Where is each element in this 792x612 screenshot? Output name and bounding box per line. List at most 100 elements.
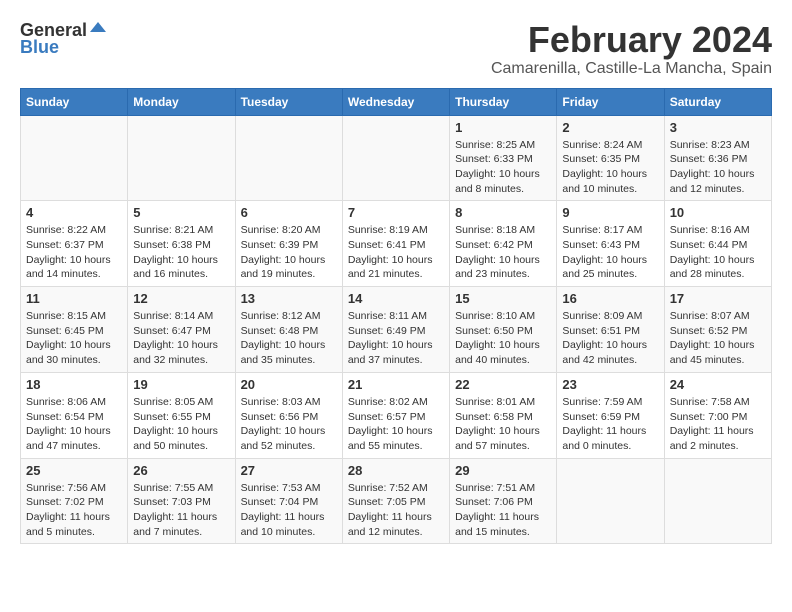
day-number: 22 [455, 377, 551, 392]
day-number: 25 [26, 463, 122, 478]
day-info: Sunrise: 8:25 AMSunset: 6:33 PMDaylight:… [455, 138, 551, 197]
day-number: 15 [455, 291, 551, 306]
column-header-monday: Monday [128, 88, 235, 115]
calendar-cell: 18 Sunrise: 8:06 AMSunset: 6:54 PMDayligh… [21, 372, 128, 458]
month-title: February 2024 [491, 20, 772, 60]
column-header-sunday: Sunday [21, 88, 128, 115]
day-number: 9 [562, 205, 658, 220]
title-section: February 2024 Camarenilla, Castille-La M… [491, 20, 772, 78]
day-info: Sunrise: 8:17 AMSunset: 6:43 PMDaylight:… [562, 223, 658, 282]
day-number: 5 [133, 205, 229, 220]
day-number: 18 [26, 377, 122, 392]
calendar-cell: 6 Sunrise: 8:20 AMSunset: 6:39 PMDaylight… [235, 201, 342, 287]
calendar-cell: 10 Sunrise: 8:16 AMSunset: 6:44 PMDayligh… [664, 201, 771, 287]
day-number: 26 [133, 463, 229, 478]
day-info: Sunrise: 7:55 AMSunset: 7:03 PMDaylight:… [133, 481, 229, 540]
day-number: 3 [670, 120, 766, 135]
day-info: Sunrise: 8:02 AMSunset: 6:57 PMDaylight:… [348, 395, 444, 454]
calendar-table: SundayMondayTuesdayWednesdayThursdayFrid… [20, 88, 772, 545]
calendar-cell: 15 Sunrise: 8:10 AMSunset: 6:50 PMDayligh… [450, 287, 557, 373]
calendar-week-row: 4 Sunrise: 8:22 AMSunset: 6:37 PMDaylight… [21, 201, 772, 287]
calendar-cell: 22 Sunrise: 8:01 AMSunset: 6:58 PMDayligh… [450, 372, 557, 458]
calendar-cell: 20Sunrise: 8:03 AMSunset: 6:56 PMDayligh… [235, 372, 342, 458]
calendar-cell: 23 Sunrise: 7:59 AMSunset: 6:59 PMDayligh… [557, 372, 664, 458]
logo-icon [88, 20, 108, 40]
calendar-cell [664, 458, 771, 544]
day-number: 10 [670, 205, 766, 220]
day-info: Sunrise: 8:07 AMSunset: 6:52 PMDaylight:… [670, 309, 766, 368]
calendar-week-row: 1 Sunrise: 8:25 AMSunset: 6:33 PMDaylight… [21, 115, 772, 201]
calendar-cell: 28Sunrise: 7:52 AMSunset: 7:05 PMDayligh… [342, 458, 449, 544]
day-info: Sunrise: 8:01 AMSunset: 6:58 PMDaylight:… [455, 395, 551, 454]
day-info: Sunrise: 7:58 AMSunset: 7:00 PMDaylight:… [670, 395, 766, 454]
day-number: 12 [133, 291, 229, 306]
day-number: 20 [241, 377, 337, 392]
day-info: Sunrise: 8:14 AMSunset: 6:47 PMDaylight:… [133, 309, 229, 368]
day-number: 16 [562, 291, 658, 306]
day-info: Sunrise: 8:20 AMSunset: 6:39 PMDaylight:… [241, 223, 337, 282]
column-header-saturday: Saturday [664, 88, 771, 115]
calendar-cell: 12 Sunrise: 8:14 AMSunset: 6:47 PMDayligh… [128, 287, 235, 373]
day-info: Sunrise: 8:18 AMSunset: 6:42 PMDaylight:… [455, 223, 551, 282]
day-number: 19 [133, 377, 229, 392]
column-header-friday: Friday [557, 88, 664, 115]
calendar-header-row: SundayMondayTuesdayWednesdayThursdayFrid… [21, 88, 772, 115]
day-number: 14 [348, 291, 444, 306]
day-number: 29 [455, 463, 551, 478]
day-number: 4 [26, 205, 122, 220]
day-info: Sunrise: 8:22 AMSunset: 6:37 PMDaylight:… [26, 223, 122, 282]
calendar-cell: 5 Sunrise: 8:21 AMSunset: 6:38 PMDaylight… [128, 201, 235, 287]
day-number: 27 [241, 463, 337, 478]
calendar-cell [21, 115, 128, 201]
day-info: Sunrise: 8:11 AMSunset: 6:49 PMDaylight:… [348, 309, 444, 368]
calendar-cell: 24 Sunrise: 7:58 AMSunset: 7:00 PMDayligh… [664, 372, 771, 458]
calendar-cell: 3 Sunrise: 8:23 AMSunset: 6:36 PMDaylight… [664, 115, 771, 201]
calendar-cell [128, 115, 235, 201]
logo-blue-text: Blue [20, 37, 59, 58]
calendar-cell: 9 Sunrise: 8:17 AMSunset: 6:43 PMDaylight… [557, 201, 664, 287]
day-number: 23 [562, 377, 658, 392]
calendar-cell: 11Sunrise: 8:15 AMSunset: 6:45 PMDayligh… [21, 287, 128, 373]
calendar-cell: 8Sunrise: 8:18 AMSunset: 6:42 PMDaylight… [450, 201, 557, 287]
calendar-cell: 1 Sunrise: 8:25 AMSunset: 6:33 PMDaylight… [450, 115, 557, 201]
day-number: 17 [670, 291, 766, 306]
day-info: Sunrise: 7:59 AMSunset: 6:59 PMDaylight:… [562, 395, 658, 454]
day-number: 6 [241, 205, 337, 220]
column-header-wednesday: Wednesday [342, 88, 449, 115]
day-info: Sunrise: 8:06 AMSunset: 6:54 PMDaylight:… [26, 395, 122, 454]
day-number: 1 [455, 120, 551, 135]
calendar-cell [235, 115, 342, 201]
calendar-week-row: 18 Sunrise: 8:06 AMSunset: 6:54 PMDayligh… [21, 372, 772, 458]
day-number: 21 [348, 377, 444, 392]
calendar-cell: 26 Sunrise: 7:55 AMSunset: 7:03 PMDayligh… [128, 458, 235, 544]
day-info: Sunrise: 8:10 AMSunset: 6:50 PMDaylight:… [455, 309, 551, 368]
day-info: Sunrise: 8:19 AMSunset: 6:41 PMDaylight:… [348, 223, 444, 282]
calendar-cell: 29 Sunrise: 7:51 AMSunset: 7:06 PMDayligh… [450, 458, 557, 544]
day-number: 13 [241, 291, 337, 306]
header: General Blue February 2024 Camarenilla, … [20, 20, 772, 78]
calendar-cell [557, 458, 664, 544]
calendar-cell: 16 Sunrise: 8:09 AMSunset: 6:51 PMDayligh… [557, 287, 664, 373]
calendar-cell: 2Sunrise: 8:24 AMSunset: 6:35 PMDaylight… [557, 115, 664, 201]
calendar-cell [342, 115, 449, 201]
day-number: 24 [670, 377, 766, 392]
column-header-tuesday: Tuesday [235, 88, 342, 115]
day-info: Sunrise: 8:05 AMSunset: 6:55 PMDaylight:… [133, 395, 229, 454]
day-info: Sunrise: 7:51 AMSunset: 7:06 PMDaylight:… [455, 481, 551, 540]
day-info: Sunrise: 8:23 AMSunset: 6:36 PMDaylight:… [670, 138, 766, 197]
day-info: Sunrise: 8:16 AMSunset: 6:44 PMDaylight:… [670, 223, 766, 282]
day-info: Sunrise: 8:09 AMSunset: 6:51 PMDaylight:… [562, 309, 658, 368]
calendar-cell: 25Sunrise: 7:56 AMSunset: 7:02 PMDayligh… [21, 458, 128, 544]
calendar-cell: 27 Sunrise: 7:53 AMSunset: 7:04 PMDayligh… [235, 458, 342, 544]
location-title: Camarenilla, Castille-La Mancha, Spain [491, 60, 772, 78]
calendar-cell: 21 Sunrise: 8:02 AMSunset: 6:57 PMDayligh… [342, 372, 449, 458]
calendar-week-row: 11Sunrise: 8:15 AMSunset: 6:45 PMDayligh… [21, 287, 772, 373]
day-info: Sunrise: 8:21 AMSunset: 6:38 PMDaylight:… [133, 223, 229, 282]
calendar-cell: 13Sunrise: 8:12 AMSunset: 6:48 PMDayligh… [235, 287, 342, 373]
day-info: Sunrise: 8:24 AMSunset: 6:35 PMDaylight:… [562, 138, 658, 197]
day-number: 28 [348, 463, 444, 478]
day-info: Sunrise: 7:53 AMSunset: 7:04 PMDaylight:… [241, 481, 337, 540]
calendar-cell: 19 Sunrise: 8:05 AMSunset: 6:55 PMDayligh… [128, 372, 235, 458]
logo: General Blue [20, 20, 108, 58]
calendar-week-row: 25Sunrise: 7:56 AMSunset: 7:02 PMDayligh… [21, 458, 772, 544]
